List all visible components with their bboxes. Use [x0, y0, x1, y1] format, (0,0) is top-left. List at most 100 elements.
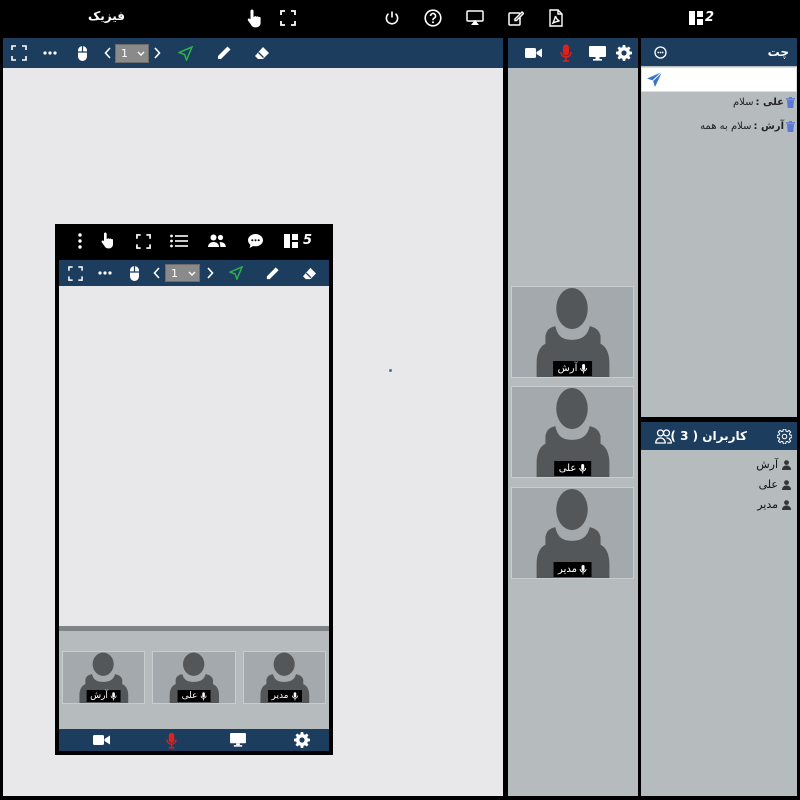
mobile-whiteboard[interactable] — [59, 286, 329, 626]
tile-label: آرش — [552, 361, 593, 376]
hand-pointer-icon[interactable] — [245, 8, 265, 28]
chat-icon[interactable] — [651, 43, 669, 61]
user-icon — [782, 499, 791, 510]
fullscreen-icon[interactable] — [10, 44, 28, 62]
trash-icon[interactable] — [786, 121, 795, 132]
chat-sender: علی : — [755, 97, 784, 108]
mobile-top-bar: 5 — [55, 224, 333, 258]
microphone-icon[interactable] — [162, 731, 180, 749]
pdf-icon[interactable] — [546, 8, 566, 28]
tile-name: مدیر — [271, 691, 289, 701]
chat-sender: آرش : — [753, 121, 784, 132]
tile-name: علی — [181, 691, 198, 701]
comment-icon[interactable] — [245, 231, 265, 251]
power-icon[interactable] — [382, 8, 402, 28]
edit-icon[interactable] — [506, 8, 526, 28]
user-item[interactable]: آرش — [756, 458, 791, 471]
microphone-icon — [579, 463, 587, 473]
trash-icon[interactable] — [786, 97, 795, 108]
fullscreen-icon[interactable] — [133, 231, 153, 251]
chevron-down-icon — [188, 271, 196, 276]
user-name: مدیر — [757, 498, 778, 511]
users-header: کاربران ( 3 ) — [641, 422, 797, 450]
fullscreen-icon[interactable] — [66, 264, 84, 282]
more-icon[interactable] — [96, 264, 114, 282]
monitor-icon[interactable] — [229, 731, 247, 749]
layout-icon[interactable] — [281, 231, 301, 251]
more-icon[interactable] — [41, 44, 59, 62]
video-tile[interactable]: آرش — [62, 651, 145, 704]
tile-name: مدیر — [558, 564, 577, 575]
send-icon[interactable] — [646, 71, 663, 88]
camera-icon[interactable] — [92, 731, 110, 749]
menu-dots-icon[interactable] — [70, 231, 90, 251]
mobile-board-toolbar: 1 — [59, 260, 329, 286]
user-item[interactable]: مدیر — [757, 498, 791, 511]
list-icon[interactable] — [169, 231, 189, 251]
tile-name: آرش — [90, 691, 108, 701]
camera-icon[interactable] — [524, 44, 542, 62]
video-tile[interactable]: علی — [511, 386, 634, 478]
microphone-icon[interactable] — [557, 44, 575, 62]
layout-icon[interactable] — [686, 8, 706, 28]
chat-title: چت — [767, 45, 789, 59]
page-title: فیزیک — [88, 9, 126, 23]
tile-label: مدیر — [553, 562, 592, 577]
user-name: آرش — [756, 458, 778, 471]
chat-text: سلام به همه — [700, 121, 752, 132]
monitor-icon[interactable] — [588, 44, 606, 62]
chat-input[interactable] — [666, 68, 796, 91]
eraser-icon[interactable] — [253, 44, 271, 62]
mobile-media-bar — [59, 729, 329, 751]
laser-pointer-icon[interactable] — [176, 44, 194, 62]
users-title: کاربران ( 3 ) — [670, 429, 747, 443]
tile-label: علی — [177, 690, 211, 702]
video-tile[interactable]: آرش — [511, 286, 634, 378]
mouse-icon[interactable] — [73, 44, 91, 62]
user-icon — [782, 479, 791, 490]
chat-header: چت — [641, 38, 797, 66]
pencil-icon[interactable] — [215, 44, 233, 62]
mobile-video-strip: آرش علی مدیر — [59, 631, 329, 729]
chat-message: علی : سلام — [733, 97, 795, 108]
gear-icon[interactable] — [615, 44, 633, 62]
help-icon[interactable] — [423, 8, 443, 28]
mobile-layout-count: 5 — [303, 233, 313, 248]
layout-count: 2 — [705, 10, 715, 25]
chat-message: آرش : سلام به همه — [700, 121, 795, 132]
video-tile[interactable]: مدیر — [243, 651, 326, 704]
chat-panel: چت علی : سلام آرش : سلام به همه — [641, 38, 797, 417]
chevron-left-icon[interactable] — [148, 264, 166, 282]
users-icon[interactable] — [654, 427, 672, 445]
cursor-dot — [389, 369, 392, 372]
user-icon — [782, 459, 791, 470]
gear-icon[interactable] — [293, 731, 311, 749]
pencil-icon[interactable] — [263, 264, 281, 282]
video-tile[interactable]: علی — [152, 651, 236, 704]
mouse-icon[interactable] — [125, 264, 143, 282]
chevron-down-icon — [137, 51, 145, 56]
screen-share-icon[interactable] — [465, 8, 485, 28]
tile-name: علی — [558, 463, 577, 474]
user-item[interactable]: علی — [759, 478, 791, 491]
fullscreen-icon[interactable] — [278, 8, 298, 28]
users-icon[interactable] — [207, 231, 227, 251]
chat-text: سلام — [732, 97, 754, 108]
video-toolbar — [508, 38, 638, 68]
gear-icon[interactable] — [775, 427, 793, 445]
page-select[interactable]: 1 — [115, 44, 149, 63]
eraser-icon[interactable] — [300, 264, 318, 282]
tile-label: علی — [553, 461, 592, 476]
mobile-page-select[interactable]: 1 — [165, 264, 200, 282]
chevron-right-icon[interactable] — [148, 44, 166, 62]
hand-pointer-icon[interactable] — [98, 230, 118, 250]
tile-label: آرش — [86, 690, 121, 702]
microphone-icon — [291, 691, 298, 700]
video-tile[interactable]: مدیر — [511, 487, 634, 579]
microphone-icon — [200, 691, 207, 700]
board-toolbar: 1 — [3, 38, 503, 68]
laser-pointer-icon[interactable] — [227, 264, 245, 282]
top-bar: فیزیک 2 — [0, 0, 800, 36]
mobile-preview: 5 1 آرش علی مدیر — [55, 224, 333, 755]
chevron-right-icon[interactable] — [201, 264, 219, 282]
